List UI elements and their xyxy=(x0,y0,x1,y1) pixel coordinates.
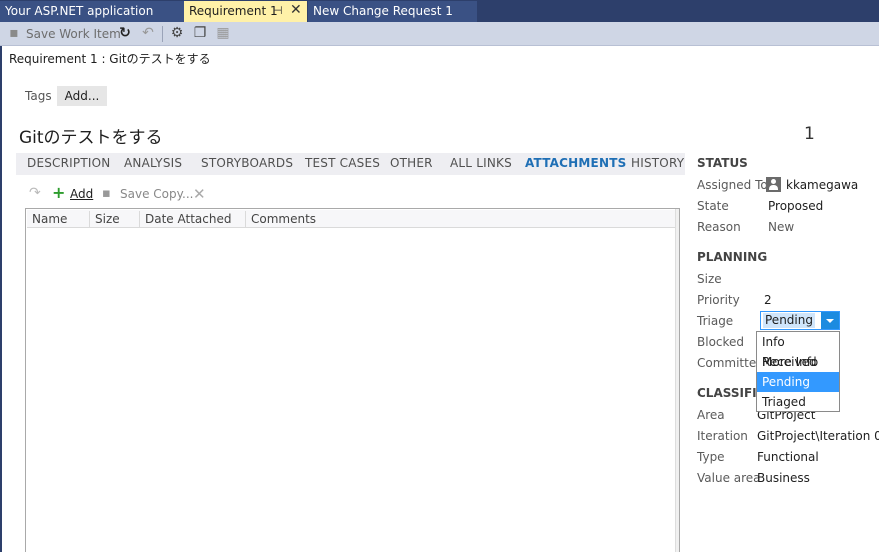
attachments-grid[interactable]: Name Size Date Attached Comments xyxy=(25,208,680,552)
size-label: Size xyxy=(697,272,722,286)
grid-scrollbar[interactable] xyxy=(675,209,679,552)
column-comments[interactable]: Comments xyxy=(246,211,676,227)
tab-all-links[interactable]: ALL LINKS xyxy=(450,156,512,170)
tab-label: Requirement 1 xyxy=(189,4,278,18)
open-icon[interactable]: ↷ xyxy=(29,185,41,201)
area-label: Area xyxy=(697,408,725,422)
option-info-received[interactable]: Info Received xyxy=(757,332,839,369)
tab-description[interactable]: DESCRIPTION xyxy=(27,156,110,170)
save-copy-button[interactable]: Save Copy... xyxy=(120,187,193,201)
tab-history[interactable]: HISTORY xyxy=(631,156,684,170)
iteration-value[interactable]: GitProject\Iteration 0 xyxy=(757,429,879,443)
section-tab-bar: DESCRIPTION ANALYSIS STORYBOARDS TEST CA… xyxy=(16,153,685,175)
work-item-id: 1 xyxy=(804,124,815,144)
column-size[interactable]: Size xyxy=(90,211,140,227)
save-icon: ▪ xyxy=(9,25,19,41)
value-area-label: Value area xyxy=(697,471,761,485)
option-pending[interactable]: Pending xyxy=(757,372,839,392)
type-label: Type xyxy=(697,450,725,464)
assigned-to-value[interactable]: kkamegawa xyxy=(786,178,858,192)
tab-test-cases[interactable]: TEST CASES xyxy=(305,156,380,170)
refresh-icon[interactable]: ↻ xyxy=(117,25,133,41)
reason-value[interactable]: New xyxy=(768,220,794,234)
value-area-value[interactable]: Business xyxy=(757,471,810,485)
state-label: State xyxy=(697,199,729,213)
tab-other[interactable]: OTHER xyxy=(390,156,433,170)
option-more-info[interactable]: More Info xyxy=(757,352,839,372)
copy-icon[interactable]: ❐ xyxy=(192,25,208,41)
priority-label: Priority xyxy=(697,293,740,307)
iteration-label: Iteration xyxy=(697,429,748,443)
priority-value[interactable]: 2 xyxy=(764,293,772,307)
toolbar-separator xyxy=(162,26,163,42)
tab-label: New Change Request 1 xyxy=(313,4,453,18)
triage-options-list: Info Received More Info Pending Triaged xyxy=(756,331,840,412)
tab-analysis[interactable]: ANALYSIS xyxy=(124,156,182,170)
breadcrumb: Requirement 1 : Gitのテストをする xyxy=(9,52,211,66)
add-icon[interactable]: + xyxy=(52,183,65,202)
tab-new-change-request[interactable]: New Change Request 1 xyxy=(308,1,477,22)
delete-icon[interactable]: ✕ xyxy=(193,185,206,203)
pin-icon[interactable]: ⊣ xyxy=(273,1,283,21)
capture-icon[interactable]: ▦ xyxy=(215,25,231,41)
save-work-item-button[interactable]: Save Work Item xyxy=(26,26,121,42)
avatar xyxy=(766,177,781,192)
status-heading: STATUS xyxy=(697,156,748,170)
column-date-attached[interactable]: Date Attached xyxy=(140,211,246,227)
tab-attachments[interactable]: ATTACHMENTS xyxy=(525,156,626,170)
tab-asp-net-application[interactable]: Your ASP.NET application xyxy=(0,1,184,22)
chevron-down-icon[interactable] xyxy=(821,312,839,329)
tab-label: Your ASP.NET application xyxy=(5,4,154,18)
committed-label: Committed xyxy=(697,356,764,370)
save-copy-icon: ▪ xyxy=(102,186,111,201)
triage-dropdown[interactable]: Pending xyxy=(760,311,840,330)
tab-requirement-1[interactable]: Requirement 1 ⊣ ✕ xyxy=(184,1,307,22)
workflow-icon[interactable]: ⚙ xyxy=(169,25,185,41)
column-name[interactable]: Name xyxy=(27,211,90,227)
reason-label: Reason xyxy=(697,220,741,234)
option-triaged[interactable]: Triaged xyxy=(757,392,839,412)
window-border xyxy=(0,22,2,552)
state-value[interactable]: Proposed xyxy=(768,199,823,213)
triage-label: Triage xyxy=(697,314,734,328)
grid-header: Name Size Date Attached Comments xyxy=(27,210,676,228)
work-item-title[interactable]: Gitのテストをする xyxy=(19,123,163,148)
add-attachment-button[interactable]: Add xyxy=(70,187,93,201)
close-icon[interactable]: ✕ xyxy=(290,0,302,20)
tab-storyboards[interactable]: STORYBOARDS xyxy=(201,156,293,170)
blocked-label: Blocked xyxy=(697,335,745,349)
add-tag-button[interactable]: Add... xyxy=(57,86,107,106)
planning-heading: PLANNING xyxy=(697,250,768,264)
assigned-to-label: Assigned To xyxy=(697,178,768,192)
undo-icon[interactable]: ↶ xyxy=(140,25,156,41)
tags-label: Tags xyxy=(25,89,52,103)
document-tab-strip: Your ASP.NET application Requirement 1 ⊣… xyxy=(0,0,879,22)
triage-selected-value: Pending xyxy=(763,313,815,328)
type-value[interactable]: Functional xyxy=(757,450,819,464)
work-item-toolbar: ▪ Save Work Item ↻ ↶ ⚙ ❐ ▦ xyxy=(0,22,879,46)
